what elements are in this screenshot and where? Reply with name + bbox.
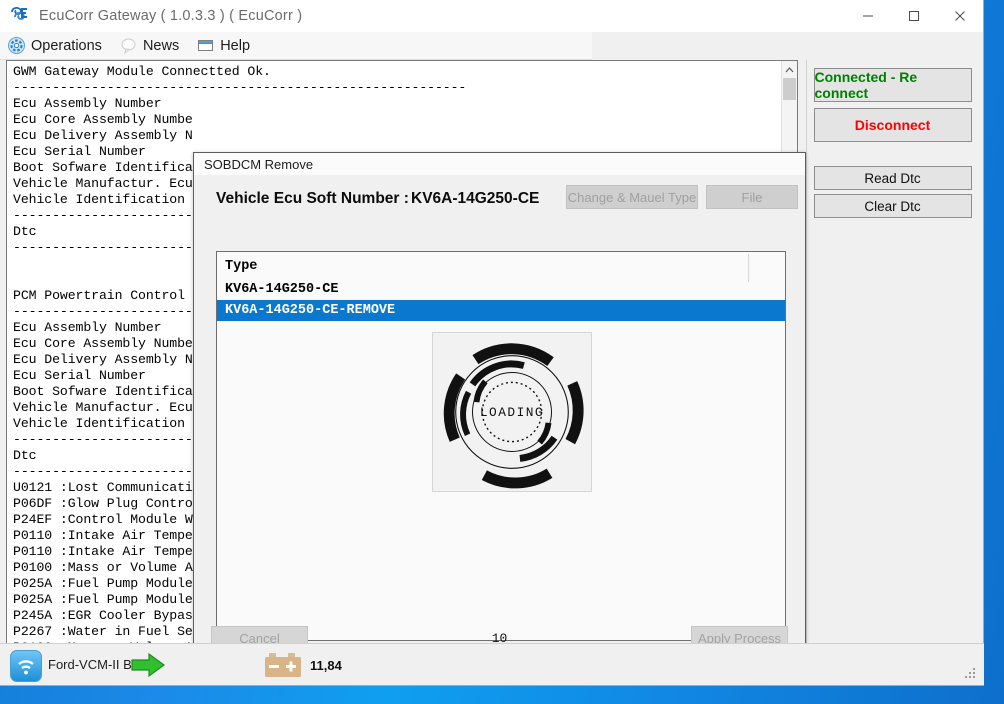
loading-rings-icon: LOADING bbox=[443, 343, 584, 489]
menu-item-operations[interactable]: Operations bbox=[0, 32, 112, 60]
dialog-header: Vehicle Ecu Soft Number : KV6A-14G250-CE… bbox=[194, 175, 805, 229]
loading-caption: LOADING bbox=[480, 405, 544, 420]
dialog-title-bar: SOBDCM Remove bbox=[194, 153, 805, 175]
sobdcm-remove-dialog: SOBDCM Remove Vehicle Ecu Soft Number : … bbox=[193, 152, 806, 662]
list-column-header-type: Type bbox=[225, 259, 258, 274]
menu-item-news[interactable]: News bbox=[112, 32, 189, 60]
ecu-soft-number-value: KV6A-14G250-CE bbox=[411, 190, 540, 207]
window-icon bbox=[197, 37, 214, 54]
window-body: GWM Gateway Module Connectted Ok. ------… bbox=[0, 60, 983, 685]
battery-icon bbox=[263, 652, 303, 678]
menu-item-help[interactable]: Help bbox=[189, 32, 260, 60]
ecu-soft-number-label: Vehicle Ecu Soft Number : bbox=[216, 190, 409, 207]
change-manual-type-button[interactable]: Change & Mauel Type bbox=[566, 185, 698, 209]
menu-bar: Operations News Help bbox=[0, 32, 592, 60]
menu-item-label: Operations bbox=[31, 37, 102, 54]
window-title: EcuCorr Gateway ( 1.0.3.3 ) ( EcuCorr ) bbox=[39, 8, 303, 24]
connected-reconnect-button[interactable]: Connected - Re connect bbox=[813, 68, 972, 102]
read-dtc-button[interactable]: Read Dtc bbox=[813, 166, 972, 190]
chevron-up-icon[interactable] bbox=[782, 61, 797, 78]
green-arrow-icon bbox=[131, 652, 166, 678]
side-panel-divider bbox=[807, 148, 978, 166]
list-item[interactable]: KV6A-14G250-CE-REMOVE bbox=[217, 300, 785, 321]
application-window: EcuCorr Gateway ( 1.0.3.3 ) ( EcuCorr ) bbox=[0, 0, 984, 686]
type-list-box[interactable]: Type KV6A-14G250-CE KV6A-14G250-CE-REMOV… bbox=[216, 251, 786, 641]
clear-dtc-button[interactable]: Clear Dtc bbox=[813, 194, 972, 218]
disconnect-button[interactable]: Disconnect bbox=[813, 108, 972, 142]
speech-bubble-icon bbox=[120, 37, 137, 55]
status-bar: Ford-VCM-II Bosc 11,84 bbox=[0, 643, 984, 685]
close-icon[interactable] bbox=[937, 0, 983, 32]
file-button[interactable]: File bbox=[706, 185, 798, 209]
minimize-icon[interactable] bbox=[845, 0, 891, 32]
window-controls bbox=[845, 0, 983, 32]
resize-grip[interactable] bbox=[965, 668, 977, 680]
menu-item-label: Help bbox=[220, 37, 251, 54]
list-item[interactable]: KV6A-14G250-CE bbox=[217, 279, 785, 300]
dialog-title: SOBDCM Remove bbox=[204, 156, 314, 172]
connection-side-panel: Connected - Re connect Disconnect Read D… bbox=[806, 60, 978, 652]
ecucorr-logo-icon bbox=[9, 5, 31, 27]
wifi-icon bbox=[10, 650, 42, 682]
log-scrollbar-thumb[interactable] bbox=[783, 78, 796, 100]
gear-icon bbox=[8, 37, 25, 54]
battery-voltage-value: 11,84 bbox=[310, 658, 342, 673]
menu-item-label: News bbox=[142, 37, 180, 54]
loading-spinner-graphic: LOADING bbox=[432, 332, 592, 492]
title-bar: EcuCorr Gateway ( 1.0.3.3 ) ( EcuCorr ) bbox=[0, 0, 983, 32]
maximize-icon[interactable] bbox=[891, 0, 937, 32]
list-column-divider bbox=[748, 254, 749, 282]
